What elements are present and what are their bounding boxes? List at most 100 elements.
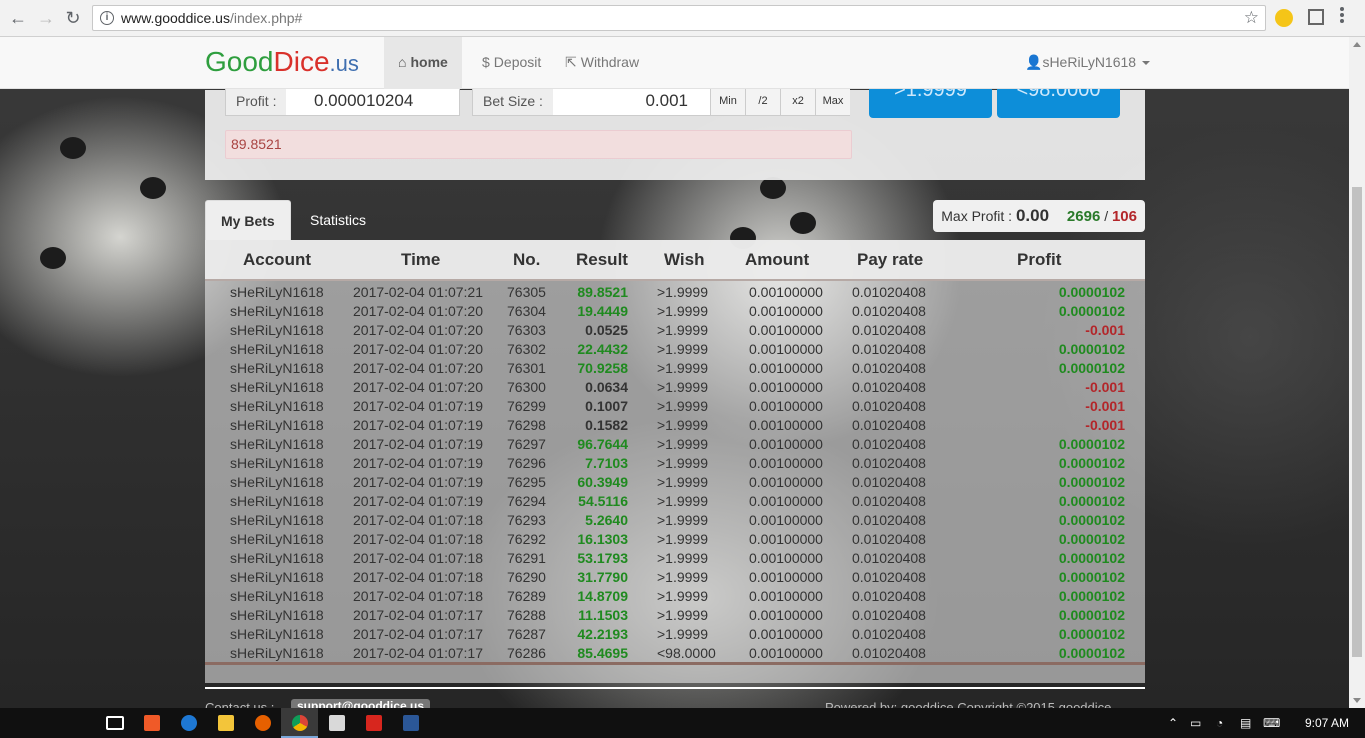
tab-statistics[interactable]: Statistics <box>295 200 381 240</box>
dice-pip <box>140 177 166 199</box>
nav-home[interactable]: ⌂ home <box>384 37 462 89</box>
wifi-icon[interactable]: ◔ <box>1216 716 1223 730</box>
pdf-reader-icon[interactable] <box>366 715 382 731</box>
dice-pip <box>60 137 86 159</box>
address-bar[interactable]: i www.gooddice.us/index.php# ☆ <box>92 5 1266 31</box>
nav-withdraw-label: Withdraw <box>580 54 640 70</box>
keyboard-icon[interactable]: ⌨ <box>1263 716 1280 730</box>
word-icon[interactable] <box>403 715 419 731</box>
tray-chevron-up-icon[interactable]: ⌃ <box>1168 716 1178 730</box>
firefox-icon[interactable] <box>255 715 271 731</box>
table-row: sHeRiLyN1618 2017-02-04 01:07:18 76290 31.7… <box>205 567 1145 586</box>
header-no[interactable]: No. <box>513 250 540 270</box>
cell-no: 76303 <box>507 322 546 338</box>
cell-account: sHeRiLyN1618 <box>230 398 324 414</box>
header-amount[interactable]: Amount <box>745 250 809 270</box>
cell-result: 0.1582 <box>585 417 628 433</box>
notification-icon[interactable]: ▤ <box>1240 716 1251 730</box>
cell-pay-rate: 0.01020408 <box>852 398 926 414</box>
nav-withdraw[interactable]: ⇱ Withdraw <box>551 37 653 89</box>
mi-app-icon[interactable] <box>144 715 160 731</box>
bet-size-label: Bet Size : <box>473 87 553 115</box>
header-result[interactable]: Result <box>576 250 628 270</box>
forward-icon[interactable]: → <box>36 8 56 28</box>
brand-good: Good <box>205 46 274 77</box>
cell-amount: 0.00100000 <box>749 398 823 414</box>
cell-time: 2017-02-04 01:07:19 <box>353 398 483 414</box>
info-icon[interactable]: i <box>100 11 114 25</box>
header-wish[interactable]: Wish <box>664 250 704 270</box>
cell-wish: >1.9999 <box>657 493 708 509</box>
cell-wish: <98.0000 <box>657 645 716 661</box>
double-button[interactable]: x2 <box>780 87 815 115</box>
half-button[interactable]: /2 <box>745 87 780 115</box>
cell-profit: 0.0000102 <box>1058 569 1125 585</box>
cell-wish: >1.9999 <box>657 474 708 490</box>
tab-my-bets[interactable]: My Bets <box>205 200 291 240</box>
cell-wish: >1.9999 <box>657 512 708 528</box>
cell-result: 7.7103 <box>585 455 628 471</box>
table-footer-rule <box>205 662 1145 665</box>
cell-no: 76289 <box>507 588 546 604</box>
cell-account: sHeRiLyN1618 <box>230 493 324 509</box>
scroll-thumb[interactable] <box>1352 187 1362 657</box>
cell-account: sHeRiLyN1618 <box>230 588 324 604</box>
cell-account: sHeRiLyN1618 <box>230 512 324 528</box>
cell-no: 76304 <box>507 303 546 319</box>
cell-pay-rate: 0.01020408 <box>852 588 926 604</box>
scroll-down-icon[interactable] <box>1353 698 1361 703</box>
back-icon[interactable]: ← <box>8 8 28 28</box>
profit-field: Profit : 0.000010204 <box>225 86 460 116</box>
reload-icon[interactable]: ↻ <box>63 8 83 28</box>
extension-icon[interactable] <box>1275 9 1293 27</box>
cell-wish: >1.9999 <box>657 531 708 547</box>
cell-wish: >1.9999 <box>657 607 708 623</box>
cell-time: 2017-02-04 01:07:20 <box>353 303 483 319</box>
brand-tld: .us <box>329 51 359 76</box>
nav-deposit-label: Deposit <box>493 54 542 70</box>
cell-result: 53.1793 <box>577 550 628 566</box>
cell-amount: 0.00100000 <box>749 569 823 585</box>
browser-menu-icon[interactable] <box>1340 7 1344 25</box>
cell-account: sHeRiLyN1618 <box>230 531 324 547</box>
cell-no: 76302 <box>507 341 546 357</box>
app-window-icon[interactable] <box>329 715 345 731</box>
bookmark-star-icon[interactable]: ☆ <box>1244 8 1259 28</box>
cell-account: sHeRiLyN1618 <box>230 303 324 319</box>
edge-icon[interactable] <box>181 715 197 731</box>
header-profit[interactable]: Profit <box>1017 250 1061 270</box>
scroll-up-icon[interactable] <box>1353 42 1361 47</box>
nav-deposit[interactable]: $ Deposit <box>468 37 555 89</box>
chrome-icon[interactable] <box>292 715 308 731</box>
cell-wish: >1.9999 <box>657 284 708 300</box>
task-view-icon[interactable] <box>106 716 124 730</box>
bet-size-input[interactable]: 0.001 <box>573 87 688 115</box>
cell-amount: 0.00100000 <box>749 512 823 528</box>
page-scrollbar[interactable] <box>1349 37 1365 708</box>
qr-extension-icon[interactable] <box>1308 9 1324 25</box>
header-pay-rate[interactable]: Pay rate <box>857 250 923 270</box>
taskbar-clock[interactable]: 9:07 AM <box>1305 716 1349 730</box>
cell-amount: 0.00100000 <box>749 322 823 338</box>
header-account[interactable]: Account <box>243 250 311 270</box>
brand-logo[interactable]: GoodDice.us <box>205 46 359 78</box>
file-explorer-icon[interactable] <box>218 715 234 731</box>
external-link-icon: ⇱ <box>565 54 577 70</box>
site-footer: Contact us : support@gooddice.us Powered… <box>205 687 1145 715</box>
table-row: sHeRiLyN1618 2017-02-04 01:07:17 76287 42.2… <box>205 624 1145 643</box>
header-time[interactable]: Time <box>401 250 440 270</box>
min-button[interactable]: Min <box>710 87 745 115</box>
cell-profit: -0.001 <box>1085 322 1125 338</box>
table-row: sHeRiLyN1618 2017-02-04 01:07:20 76302 22.4… <box>205 339 1145 358</box>
cell-profit: 0.0000102 <box>1058 550 1125 566</box>
max-button[interactable]: Max <box>815 87 850 115</box>
cell-time: 2017-02-04 01:07:20 <box>353 379 483 395</box>
cell-wish: >1.9999 <box>657 303 708 319</box>
user-dropdown[interactable]: 👤sHeRiLyN1618 <box>1025 37 1151 89</box>
cell-account: sHeRiLyN1618 <box>230 607 324 623</box>
battery-icon[interactable]: ▭ <box>1190 716 1201 730</box>
dice-pip <box>760 177 786 199</box>
count-separator: / <box>1104 208 1109 224</box>
table-row: sHeRiLyN1618 2017-02-04 01:07:18 76293 5.26… <box>205 510 1145 529</box>
url-text[interactable]: www.gooddice.us/index.php# <box>121 10 302 26</box>
